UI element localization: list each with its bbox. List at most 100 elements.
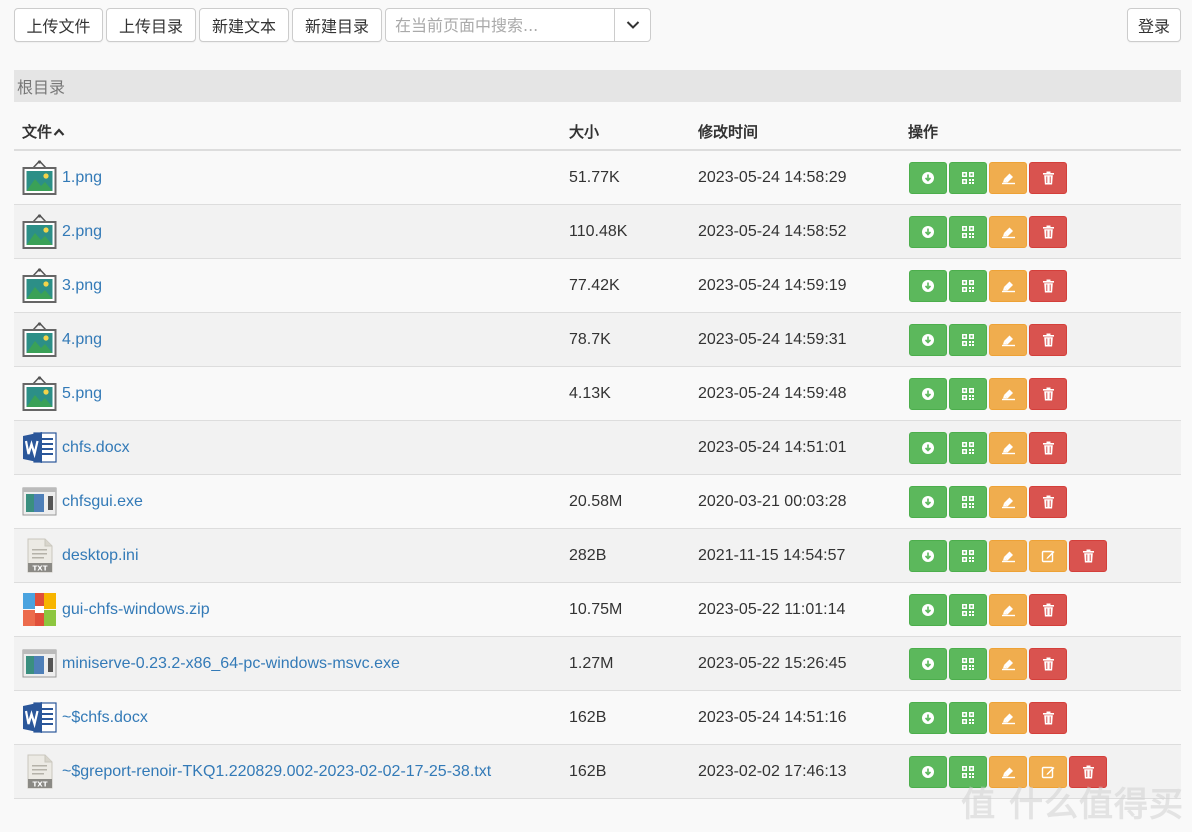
eraser-icon — [1001, 387, 1016, 401]
eraser-icon — [1001, 441, 1016, 455]
file-size: 4.13K — [569, 385, 611, 402]
qrcode-button[interactable] — [949, 702, 987, 734]
download-button[interactable] — [909, 702, 947, 734]
qrcode-button[interactable] — [949, 486, 987, 518]
qrcode-icon — [961, 603, 975, 617]
qrcode-button[interactable] — [949, 594, 987, 626]
breadcrumb-root[interactable]: 根目录 — [17, 74, 65, 98]
file-name-link[interactable]: gui-chfs-windows.zip — [62, 583, 210, 637]
row-actions — [909, 648, 1067, 680]
download-button[interactable] — [909, 756, 947, 788]
qrcode-button[interactable] — [949, 162, 987, 194]
column-header-modified[interactable]: 修改时间 — [698, 121, 758, 142]
rename-button[interactable] — [989, 162, 1027, 194]
rename-button[interactable] — [989, 486, 1027, 518]
delete-button[interactable] — [1029, 432, 1067, 464]
download-button[interactable] — [909, 270, 947, 302]
file-name-link[interactable]: ~$greport-renoir-TKQ1.220829.002-2023-02… — [62, 745, 491, 799]
login-button[interactable]: 登录 — [1127, 8, 1181, 42]
file-name-link[interactable]: miniserve-0.23.2-x86_64-pc-windows-msvc.… — [62, 637, 400, 691]
table-row: ~$chfs.docx 162B 2023-05-24 14:51:16 — [14, 691, 1181, 745]
file-name-link[interactable]: 3.png — [62, 259, 102, 313]
search-dropdown-button[interactable] — [614, 9, 650, 41]
download-button[interactable] — [909, 486, 947, 518]
delete-button[interactable] — [1029, 270, 1067, 302]
breadcrumb: 根目录 — [14, 70, 1181, 102]
table-row: chfsgui.exe 20.58M 2020-03-21 00:03:28 — [14, 475, 1181, 529]
file-name-link[interactable]: chfsgui.exe — [62, 475, 143, 529]
delete-button[interactable] — [1029, 216, 1067, 248]
rename-button[interactable] — [989, 648, 1027, 680]
rename-button[interactable] — [989, 270, 1027, 302]
upload-file-button[interactable]: 上传文件 — [14, 8, 103, 42]
file-name-link[interactable]: ~$chfs.docx — [62, 691, 148, 745]
file-modified-time: 2023-05-22 15:26:45 — [698, 655, 847, 672]
download-button[interactable] — [909, 162, 947, 194]
qrcode-button[interactable] — [949, 540, 987, 572]
column-header-file[interactable]: 文件 — [22, 121, 65, 142]
file-name-link[interactable]: desktop.ini — [62, 529, 139, 583]
rename-button[interactable] — [989, 594, 1027, 626]
rename-button[interactable] — [989, 378, 1027, 410]
upload-dir-button[interactable]: 上传目录 — [106, 8, 196, 42]
file-name-link[interactable]: 5.png — [62, 367, 102, 421]
trash-icon — [1042, 333, 1055, 347]
delete-button[interactable] — [1029, 594, 1067, 626]
new-dir-button[interactable]: 新建目录 — [292, 8, 382, 42]
file-name-link[interactable]: 1.png — [62, 151, 102, 205]
eraser-icon — [1001, 549, 1016, 563]
sort-asc-icon — [53, 128, 65, 136]
qrcode-button[interactable] — [949, 324, 987, 356]
delete-button[interactable] — [1029, 378, 1067, 410]
edit-button[interactable] — [1029, 540, 1067, 572]
delete-button[interactable] — [1029, 162, 1067, 194]
image-file-icon — [22, 376, 57, 411]
qrcode-button[interactable] — [949, 648, 987, 680]
download-button[interactable] — [909, 594, 947, 626]
rename-button[interactable] — [989, 216, 1027, 248]
table-row: 1.png 51.77K 2023-05-24 14:58:29 — [14, 151, 1181, 205]
qrcode-button[interactable] — [949, 216, 987, 248]
file-name-link[interactable]: 2.png — [62, 205, 102, 259]
delete-button[interactable] — [1069, 540, 1107, 572]
zip-file-icon — [22, 592, 57, 627]
download-button[interactable] — [909, 216, 947, 248]
rename-button[interactable] — [989, 702, 1027, 734]
delete-button[interactable] — [1029, 648, 1067, 680]
download-icon — [921, 549, 935, 563]
column-header-size[interactable]: 大小 — [569, 121, 599, 142]
eraser-icon — [1001, 495, 1016, 509]
download-button[interactable] — [909, 648, 947, 680]
download-button[interactable] — [909, 540, 947, 572]
download-button[interactable] — [909, 324, 947, 356]
row-actions — [909, 594, 1067, 626]
download-button[interactable] — [909, 378, 947, 410]
qrcode-icon — [961, 495, 975, 509]
delete-button[interactable] — [1029, 324, 1067, 356]
qrcode-button[interactable] — [949, 270, 987, 302]
delete-button[interactable] — [1029, 486, 1067, 518]
new-text-button[interactable]: 新建文本 — [199, 8, 289, 42]
rename-button[interactable] — [989, 324, 1027, 356]
file-name-link[interactable]: chfs.docx — [62, 421, 130, 475]
qrcode-button[interactable] — [949, 378, 987, 410]
search-input[interactable] — [386, 9, 614, 41]
trash-icon — [1042, 279, 1055, 293]
watermark: 值 什么值得买 — [961, 785, 1184, 825]
column-header-actions: 操作 — [908, 123, 939, 141]
qrcode-icon — [961, 387, 975, 401]
rename-button[interactable] — [989, 432, 1027, 464]
file-size: 162B — [569, 709, 607, 726]
trash-icon — [1042, 387, 1055, 401]
file-size: 78.7K — [569, 331, 611, 348]
rename-button[interactable] — [989, 540, 1027, 572]
table-row: chfs.docx 2023-05-24 14:51:01 — [14, 421, 1181, 475]
file-size: 20.58M — [569, 493, 623, 510]
table-row: TXT desktop.ini 282B 2021-11-15 14:54:57 — [14, 529, 1181, 583]
trash-icon — [1042, 603, 1055, 617]
delete-button[interactable] — [1029, 702, 1067, 734]
file-name-link[interactable]: 4.png — [62, 313, 102, 367]
download-icon — [921, 765, 935, 779]
qrcode-button[interactable] — [949, 432, 987, 464]
download-button[interactable] — [909, 432, 947, 464]
